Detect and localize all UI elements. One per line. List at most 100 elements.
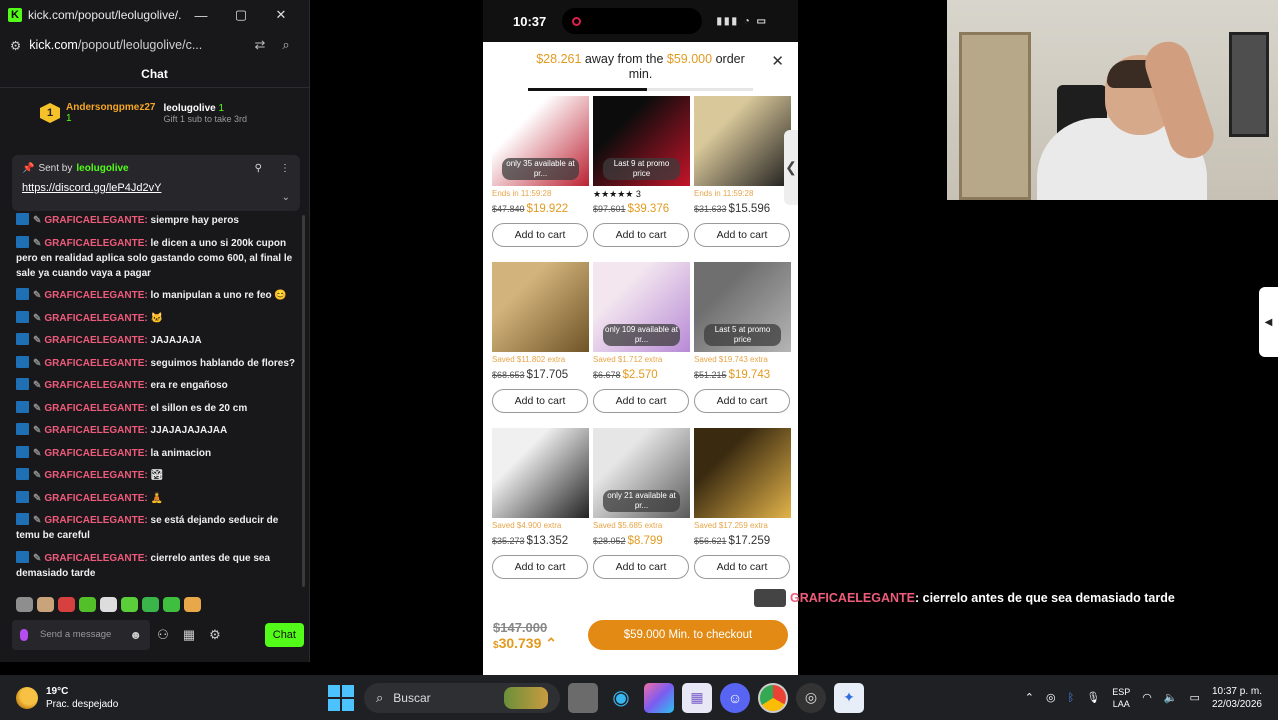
emote-icon[interactable] [16,597,33,612]
product-card[interactable]: only 21 available at pr... Saved $5.685 e… [593,428,690,594]
chat-input[interactable]: Send a message ☻ [12,620,150,650]
translate-icon[interactable]: ⇄ [247,37,273,53]
battery-icon[interactable]: ▭ [1190,691,1200,704]
add-to-cart-button[interactable]: Add to cart [492,389,588,413]
site-settings-icon[interactable]: ⚙ [10,38,21,53]
product-image[interactable] [694,428,791,518]
add-to-cart-button[interactable]: Add to cart [694,389,790,413]
calendar-icon[interactable]: ▦ [682,682,712,713]
product-card[interactable]: Saved $11.802 extra $68.653 $17.705 Add to … [492,262,589,428]
add-to-cart-button[interactable]: Add to cart [492,223,588,247]
pinned-link[interactable]: https://discord.gg/leP4Jd2vY [22,182,290,194]
chat-username[interactable]: GRAFICAELEGANTE: [44,553,147,564]
start-button[interactable] [326,683,356,713]
users-icon[interactable]: ⚇ [150,627,176,643]
product-image[interactable]: only 109 available at pr... [593,262,690,352]
input-language[interactable]: ESP LAA [1112,686,1130,710]
chat-scrollbar[interactable] [302,215,305,587]
chat-username[interactable]: GRAFICAELEGANTE: [44,448,147,459]
chevron-down-icon[interactable]: ⌄ [282,192,290,203]
product-price: $56.621 $17.259 [694,535,791,551]
address-bar[interactable]: ⚙ kick.com/popout/leolugolive/c... ⇄ ⌕ [0,30,309,60]
checkout-button[interactable]: $59.000 Min. to checkout [588,620,788,650]
emote-icon[interactable] [79,597,96,612]
emoji-icon[interactable]: ☻ [129,629,142,641]
minimize-icon[interactable]: — [181,8,221,23]
product-card[interactable]: Saved $4.900 extra $35.273 $13.352 Add to c… [492,428,589,594]
more-options-icon[interactable]: ⋮ [280,163,290,174]
discord-icon[interactable]: ☺ [720,682,750,713]
product-image[interactable]: only 21 available at pr... [593,428,690,518]
zoom-icon[interactable]: ⌕ [273,37,299,53]
emote-icon[interactable] [100,597,117,612]
add-to-cart-button[interactable]: Add to cart [593,389,689,413]
weather-widget[interactable]: 19°C Prac. despejado [16,685,296,711]
mic-icon[interactable] [20,629,28,641]
copilot-icon[interactable] [644,682,674,713]
product-image[interactable]: Last 5 at promo price [694,262,791,352]
obs-tray-icon[interactable]: ◎ [1046,691,1056,704]
add-to-cart-button[interactable]: Add to cart [492,555,588,579]
chat-username[interactable]: GRAFICAELEGANTE: [44,403,147,414]
task-view-icon[interactable] [568,682,598,713]
chat-username[interactable]: GRAFICAELEGANTE: [44,238,147,249]
window-titlebar[interactable]: K kick.com/popout/leolugolive/... — ▢ ✕ [0,0,309,30]
pinned-sender[interactable]: leolugolive [76,163,128,174]
add-to-cart-button[interactable]: Add to cart [593,223,689,247]
add-to-cart-button[interactable]: Add to cart [593,555,689,579]
chat-username[interactable]: GRAFICAELEGANTE: [44,358,147,369]
product-card[interactable]: only 35 available at pr... Ends in 11:59:… [492,96,589,262]
maximize-icon[interactable]: ▢ [221,7,261,23]
chrome-icon[interactable] [758,682,788,713]
emote-icon[interactable] [121,597,138,612]
product-image[interactable]: only 35 available at pr... [492,96,589,186]
product-card[interactable]: Last 9 at promo price ★★★★★ 3 $97.601 $39.3… [593,96,690,262]
bluetooth-icon[interactable]: ᛒ [1068,692,1075,704]
add-to-cart-button[interactable]: Add to cart [694,555,790,579]
app-icon[interactable]: ✦ [834,682,864,713]
add-to-cart-button[interactable]: Add to cart [694,223,790,247]
product-card[interactable]: Saved $17.259 extra $56.621 $17.259 Add to … [694,428,791,594]
chat-username[interactable]: GRAFICAELEGANTE: [44,313,147,324]
chat-username[interactable]: GRAFICAELEGANTE: [44,215,147,226]
wifi-icon[interactable]: ◠ [1142,691,1152,704]
taskbar-search[interactable]: ⌕ Buscar [364,682,560,713]
product-card[interactable]: Ends in 11:59:28 $31.633 $15.596 Add to car… [694,96,791,262]
unpin-icon[interactable]: ⚲ [255,163,262,174]
clock[interactable]: 10:37 p. m. 22/03/2026 [1212,685,1262,711]
product-image[interactable] [694,96,791,186]
emote-icon[interactable] [184,597,201,612]
chat-username[interactable]: GRAFICAELEGANTE: [44,380,147,391]
chat-username[interactable]: GRAFICAELEGANTE: [44,493,147,504]
close-icon[interactable]: ✕ [261,7,301,23]
current-total[interactable]: $30.739 ⌃ [493,635,557,652]
product-image[interactable] [492,428,589,518]
url-text[interactable]: kick.com/popout/leolugolive/c... [29,38,247,52]
settings-gear-icon[interactable]: ⚙ [202,627,228,643]
close-banner-icon[interactable]: ✕ [771,54,784,69]
gift-leaderboard[interactable]: 1 Andersongpmez27 1 leolugolive 1 Gift 1… [0,88,309,138]
chat-username[interactable]: GRAFICAELEGANTE: [44,290,147,301]
product-card[interactable]: Last 5 at promo price Saved $19.743 extra… [694,262,791,428]
side-panel-handle[interactable]: ◀ [1259,287,1278,357]
pinned-message[interactable]: 📌 Sent by leolugolive ⚲ ⋮ https://discor… [12,155,300,211]
emote-icon[interactable] [142,597,159,612]
chat-username[interactable]: GRAFICAELEGANTE: [44,515,147,526]
microphone-icon[interactable]: 🎙 [1086,691,1100,704]
edge-icon[interactable]: ◉ [606,683,636,713]
emote-icon[interactable] [163,597,180,612]
emote-icon[interactable] [37,597,54,612]
send-chat-button[interactable]: Chat [264,623,304,647]
product-image[interactable] [492,262,589,352]
chat-username[interactable]: GRAFICAELEGANTE: [44,335,147,346]
chevron-up-icon[interactable]: ⌃ [1025,691,1034,704]
product-card[interactable]: only 109 available at pr... Saved $1.712 … [593,262,690,428]
chat-username[interactable]: GRAFICAELEGANTE: [44,470,147,481]
emote-icon[interactable] [58,597,75,612]
obs-icon[interactable]: ◎ [796,682,826,713]
chat-username[interactable]: GRAFICAELEGANTE: [44,425,147,436]
product-image[interactable]: Last 9 at promo price [593,96,690,186]
volume-icon[interactable]: 🔈 [1164,691,1178,704]
side-drawer-tab[interactable]: ❮ [784,130,798,205]
gift-icon[interactable]: ▦ [176,627,202,643]
